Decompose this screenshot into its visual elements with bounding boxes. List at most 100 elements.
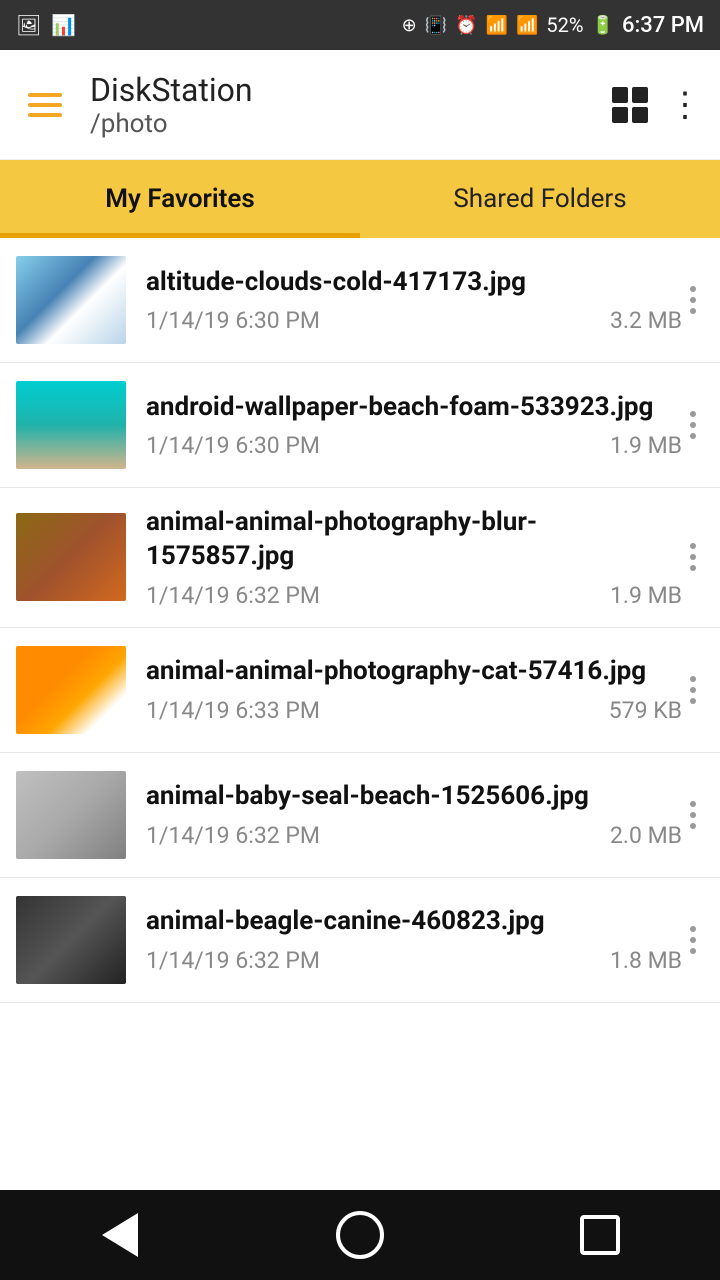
- status-bar-right: ⊕ 📳 ⏰ 📶 📶 52% 🔋 6:37 PM: [402, 13, 704, 38]
- file-meta: 1/14/19 6:32 PM 2.0 MB: [146, 822, 682, 849]
- file-size: 2.0 MB: [610, 822, 682, 849]
- more-dot: [690, 433, 696, 439]
- file-meta: 1/14/19 6:30 PM 3.2 MB: [146, 307, 682, 334]
- tab-shared-folders[interactable]: Shared Folders: [360, 160, 720, 238]
- more-dot: [690, 698, 696, 704]
- file-size: 579 KB: [609, 697, 682, 724]
- file-list: altitude-clouds-cold-417173.jpg 1/14/19 6…: [0, 238, 720, 1003]
- hamburger-line-3: [28, 113, 62, 117]
- activity-icon: 📊: [51, 13, 76, 37]
- grid-cell: [632, 87, 648, 103]
- back-icon: [102, 1213, 138, 1257]
- file-list-item[interactable]: android-wallpaper-beach-foam-533923.jpg 1…: [0, 363, 720, 488]
- file-meta: 1/14/19 6:30 PM 1.9 MB: [146, 432, 682, 459]
- file-size: 3.2 MB: [610, 307, 682, 334]
- file-size: 1.8 MB: [610, 947, 682, 974]
- more-dot: [690, 687, 696, 693]
- battery-icon: 🔋: [592, 15, 614, 36]
- tab-my-favorites-label: My Favorites: [105, 184, 255, 214]
- more-dot: [690, 812, 696, 818]
- file-more-button[interactable]: [682, 403, 704, 447]
- grid-cell: [612, 87, 628, 103]
- hamburger-menu[interactable]: [20, 85, 70, 125]
- file-date: 1/14/19 6:32 PM: [146, 822, 320, 849]
- file-name: animal-beagle-canine-460823.jpg: [146, 905, 682, 939]
- file-date: 1/14/19 6:30 PM: [146, 307, 320, 334]
- more-dot: [690, 422, 696, 428]
- app-subtitle: /photo: [90, 109, 612, 139]
- file-name: altitude-clouds-cold-417173.jpg: [146, 266, 682, 300]
- alarm-icon: ⏰: [455, 15, 477, 36]
- hamburger-line-2: [28, 103, 62, 107]
- file-name: android-wallpaper-beach-foam-533923.jpg: [146, 391, 682, 425]
- file-thumbnail: [16, 896, 126, 984]
- recents-icon: [580, 1215, 620, 1255]
- file-list-item[interactable]: animal-animal-photography-blur-1575857.j…: [0, 488, 720, 628]
- file-size: 1.9 MB: [610, 582, 682, 609]
- file-list-item[interactable]: animal-beagle-canine-460823.jpg 1/14/19 6…: [0, 878, 720, 1003]
- file-more-button[interactable]: [682, 668, 704, 712]
- file-info: animal-animal-photography-blur-1575857.j…: [146, 506, 682, 609]
- file-info: animal-animal-photography-cat-57416.jpg 1…: [146, 655, 682, 724]
- home-button[interactable]: [320, 1195, 400, 1275]
- more-dot: [690, 297, 696, 303]
- file-meta: 1/14/19 6:32 PM 1.8 MB: [146, 947, 682, 974]
- more-dot: [690, 308, 696, 314]
- file-more-button[interactable]: [682, 918, 704, 962]
- status-time: 6:37 PM: [622, 13, 704, 38]
- file-more-button[interactable]: [682, 278, 704, 322]
- tab-bar: My Favorites Shared Folders: [0, 160, 720, 238]
- grid-view-button[interactable]: [612, 87, 648, 123]
- file-name: animal-animal-photography-blur-1575857.j…: [146, 506, 682, 574]
- file-info: android-wallpaper-beach-foam-533923.jpg 1…: [146, 391, 682, 460]
- photo-icon: 🖼: [16, 13, 41, 37]
- more-dot: [690, 937, 696, 943]
- file-date: 1/14/19 6:30 PM: [146, 432, 320, 459]
- more-dot: [690, 543, 696, 549]
- file-info: animal-beagle-canine-460823.jpg 1/14/19 6…: [146, 905, 682, 974]
- more-dot: [690, 801, 696, 807]
- bottom-nav: [0, 1190, 720, 1280]
- hamburger-line-1: [28, 93, 62, 97]
- file-thumbnail: [16, 513, 126, 601]
- file-date: 1/14/19 6:33 PM: [146, 697, 320, 724]
- file-name: animal-baby-seal-beach-1525606.jpg: [146, 780, 682, 814]
- file-meta: 1/14/19 6:32 PM1.9 MB: [146, 582, 682, 609]
- file-list-item[interactable]: altitude-clouds-cold-417173.jpg 1/14/19 6…: [0, 238, 720, 363]
- signal-icon: 📶: [516, 15, 538, 36]
- vibrate-icon: 📳: [425, 15, 447, 36]
- file-meta: 1/14/19 6:33 PM 579 KB: [146, 697, 682, 724]
- file-more-button[interactable]: [682, 535, 704, 579]
- wifi-icon: 📶: [486, 15, 508, 36]
- app-bar-title: DiskStation /photo: [90, 71, 612, 139]
- file-date: 1/14/19 6:32 PM: [146, 947, 320, 974]
- add-icon: ⊕: [402, 15, 417, 36]
- more-dot: [690, 676, 696, 682]
- more-dot: [690, 554, 696, 560]
- file-list-item[interactable]: animal-baby-seal-beach-1525606.jpg 1/14/1…: [0, 753, 720, 878]
- tab-my-favorites[interactable]: My Favorites: [0, 160, 360, 238]
- file-size: 1.9 MB: [610, 432, 682, 459]
- file-info: altitude-clouds-cold-417173.jpg 1/14/19 6…: [146, 266, 682, 335]
- battery-text: 52%: [546, 13, 583, 37]
- recents-button[interactable]: [560, 1195, 640, 1275]
- file-thumbnail: [16, 381, 126, 469]
- app-bar-actions: ⋮: [612, 87, 700, 123]
- status-bar: 🖼 📊 ⊕ 📳 ⏰ 📶 📶 52% 🔋 6:37 PM: [0, 0, 720, 50]
- file-thumbnail: [16, 771, 126, 859]
- tab-shared-folders-label: Shared Folders: [453, 184, 626, 214]
- more-dot: [690, 948, 696, 954]
- file-more-button[interactable]: [682, 793, 704, 837]
- more-dot: [690, 823, 696, 829]
- file-thumbnail: [16, 646, 126, 734]
- back-button[interactable]: [80, 1195, 160, 1275]
- file-thumbnail: [16, 256, 126, 344]
- more-options-button[interactable]: ⋮: [668, 88, 700, 122]
- more-dot: [690, 286, 696, 292]
- file-list-item[interactable]: animal-animal-photography-cat-57416.jpg 1…: [0, 628, 720, 753]
- file-name: animal-animal-photography-cat-57416.jpg: [146, 655, 682, 689]
- grid-cell: [612, 107, 628, 123]
- more-dot: [690, 565, 696, 571]
- app-bar: DiskStation /photo ⋮: [0, 50, 720, 160]
- file-info: animal-baby-seal-beach-1525606.jpg 1/14/1…: [146, 780, 682, 849]
